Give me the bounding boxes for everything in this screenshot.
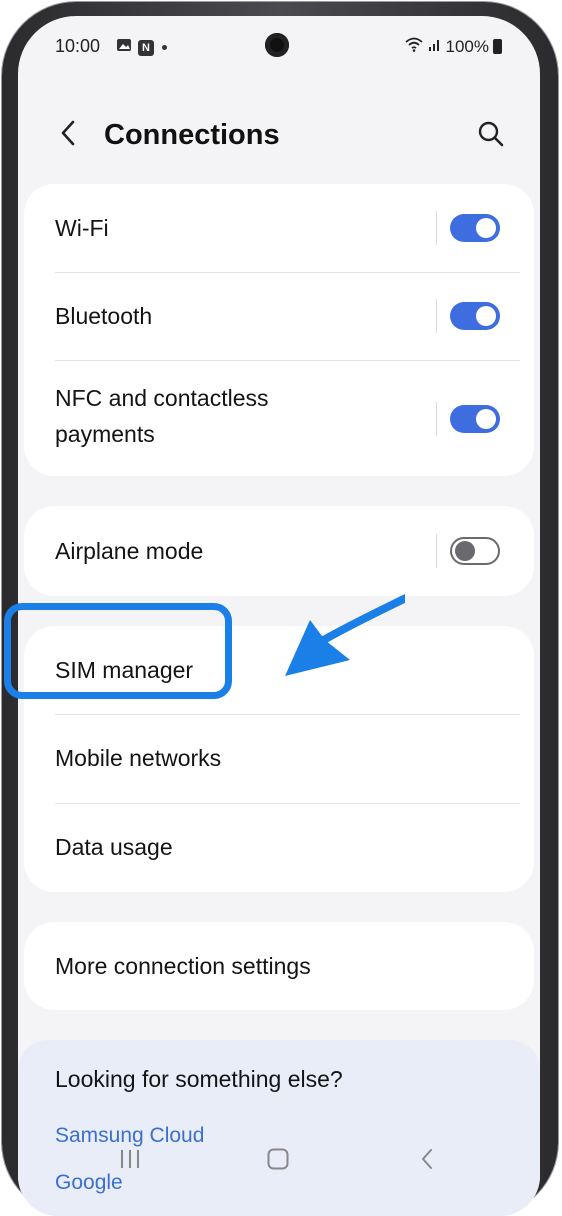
- cell-signal-icon: [428, 36, 442, 57]
- connections-group-1: Wi-Fi Bluetooth NFC and contactless paym…: [24, 184, 534, 476]
- connections-group-4: More connection settings: [24, 922, 534, 1010]
- separator: [436, 299, 437, 333]
- notification-icons: N: [116, 37, 167, 58]
- nfc-row[interactable]: NFC and contactless payments: [24, 360, 534, 476]
- wifi-row[interactable]: Wi-Fi: [24, 184, 534, 272]
- status-time: 10:00: [55, 36, 101, 56]
- image-notification-icon: [116, 37, 132, 58]
- suggestions-title: Looking for something else?: [55, 1066, 343, 1092]
- nfc-toggle[interactable]: [450, 405, 500, 433]
- nfc-label-line2: payments: [55, 421, 155, 447]
- wifi-label: Wi-Fi: [55, 215, 109, 241]
- data-usage-row[interactable]: Data usage: [24, 803, 534, 892]
- more-connection-settings-row[interactable]: More connection settings: [24, 922, 534, 1010]
- bluetooth-label: Bluetooth: [55, 303, 153, 329]
- separator: [436, 402, 437, 436]
- navigation-bar: [18, 1142, 540, 1182]
- data-usage-label: Data usage: [55, 834, 173, 860]
- wifi-toggle[interactable]: [450, 214, 500, 242]
- search-icon[interactable]: [476, 119, 506, 149]
- page-title: Connections: [104, 119, 280, 151]
- back-nav-icon[interactable]: [416, 1147, 440, 1171]
- separator: [436, 534, 437, 568]
- status-bar: 10:00 N 100%: [18, 16, 540, 76]
- nfc-label-line1: NFC and contactless: [55, 385, 269, 411]
- pointer-arrow-icon: [285, 593, 405, 676]
- recent-apps-icon[interactable]: [118, 1147, 142, 1171]
- bluetooth-row[interactable]: Bluetooth: [24, 272, 534, 360]
- status-right: 100%: [404, 36, 502, 57]
- more-connection-settings-label: More connection settings: [55, 953, 311, 979]
- header: Connections: [18, 106, 540, 166]
- more-notifications-dot: [162, 45, 167, 50]
- chevron-left-icon[interactable]: [54, 118, 84, 148]
- sim-manager-highlight: [4, 603, 232, 699]
- front-camera: [265, 33, 289, 57]
- bluetooth-toggle[interactable]: [450, 302, 500, 330]
- airplane-mode-toggle[interactable]: [450, 537, 500, 565]
- airplane-mode-label: Airplane mode: [55, 538, 204, 564]
- mobile-networks-label: Mobile networks: [55, 745, 222, 771]
- separator: [436, 211, 437, 245]
- battery-icon: [493, 39, 502, 54]
- n-notification-icon: N: [138, 39, 154, 56]
- mobile-networks-row[interactable]: Mobile networks: [24, 714, 534, 803]
- battery-percent: 100%: [445, 36, 489, 56]
- home-icon[interactable]: [266, 1147, 290, 1171]
- wifi-signal-icon: [404, 36, 424, 57]
